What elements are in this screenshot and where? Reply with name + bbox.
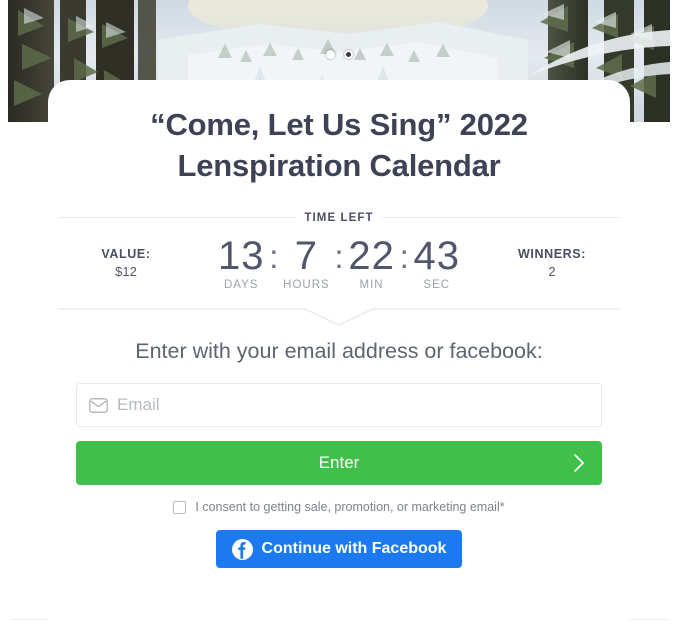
envelope-icon: [89, 397, 108, 413]
winners-count: 2: [548, 263, 556, 279]
enter-button[interactable]: Enter: [76, 441, 602, 485]
countdown-seconds-caption: SEC: [423, 279, 451, 291]
giveaway-page: “Come, Let Us Sing” 2022 Lenspiration Ca…: [0, 0, 678, 638]
countdown-minutes-caption: MIN: [359, 279, 384, 291]
countdown-timer: 13 DAYS : 7 HOURS : 22 MIN : 43 SEC: [178, 234, 500, 291]
notch-divider-shape: [58, 308, 620, 326]
giveaway-card: “Come, Let Us Sing” 2022 Lenspiration Ca…: [48, 80, 630, 638]
countdown-hours-value: 7: [294, 234, 319, 278]
facebook-button-label: Continue with Facebook: [261, 540, 447, 557]
page-title-line-2: Lenspiration Calendar: [177, 148, 501, 183]
carousel-dots[interactable]: [8, 50, 670, 59]
carousel-dot-1[interactable]: [325, 50, 335, 59]
form-subheading: Enter with your email address or faceboo…: [135, 339, 543, 363]
time-left-divider: TIME LEFT: [58, 208, 620, 224]
consent-row: I consent to getting sale, promotion, or…: [48, 500, 630, 514]
enter-button-label: Enter: [318, 453, 360, 472]
countdown-days-value: 13: [217, 234, 265, 278]
countdown-separator-3: :: [399, 238, 409, 275]
notch-divider: [58, 305, 620, 327]
countdown-minutes-value: 22: [348, 234, 395, 278]
countdown-hours: 7 HOURS: [280, 234, 332, 291]
winners-label: WINNERS:: [518, 246, 586, 261]
facebook-icon: [231, 538, 253, 560]
chevron-right-icon: [574, 454, 584, 472]
countdown-row: VALUE: $12 13 DAYS : 7 HOURS : 22 MIN :: [48, 224, 630, 291]
countdown-days-caption: DAYS: [224, 279, 259, 291]
consent-checkbox[interactable]: [173, 500, 187, 514]
page-title: “Come, Let Us Sing” 2022 Lenspiration Ca…: [48, 80, 630, 186]
winners-stat: WINNERS: 2: [500, 245, 604, 281]
continue-with-facebook-button[interactable]: Continue with Facebook: [216, 530, 462, 568]
email-field-wrapper[interactable]: [76, 383, 602, 427]
consent-label: I consent to getting sale, promotion, or…: [195, 500, 505, 514]
countdown-minutes: 22 MIN: [346, 234, 398, 291]
countdown-days: 13 DAYS: [215, 234, 267, 291]
countdown-seconds-value: 43: [413, 234, 460, 278]
carousel-dot-2[interactable]: [343, 50, 353, 59]
countdown-separator-2: :: [334, 238, 344, 275]
value-amount: $12: [115, 263, 137, 279]
page-title-line-1: “Come, Let Us Sing” 2022: [150, 107, 528, 142]
time-left-label: TIME LEFT: [295, 212, 383, 224]
value-stat: VALUE: $12: [74, 245, 178, 281]
email-input[interactable]: [117, 395, 589, 415]
countdown-seconds: 43 SEC: [411, 234, 463, 291]
countdown-separator-1: :: [269, 238, 279, 275]
value-label: VALUE:: [101, 246, 151, 261]
countdown-hours-caption: HOURS: [283, 279, 330, 291]
